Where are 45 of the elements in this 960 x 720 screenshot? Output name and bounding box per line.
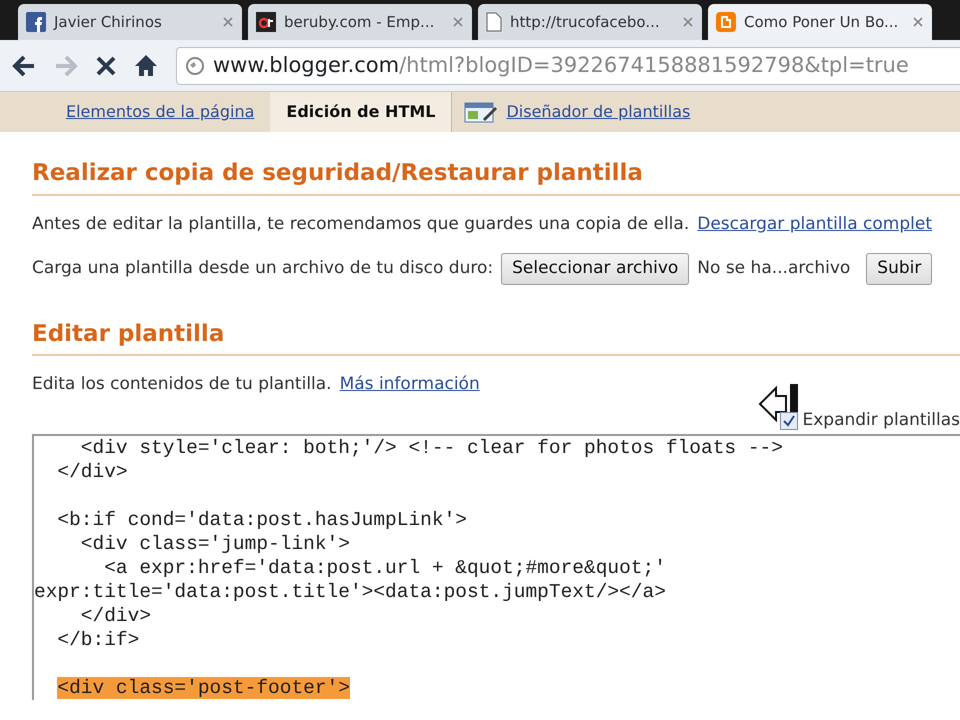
url-host: www.blogger.com xyxy=(213,52,400,77)
globe-icon xyxy=(185,56,205,76)
home-icon[interactable] xyxy=(134,54,158,78)
upload-label: Carga una plantilla desde un archivo de tu disco duro: xyxy=(32,257,494,280)
edit-hint: Edita los contenidos de tu plantilla. xyxy=(32,373,332,396)
address-field[interactable]: www.blogger.com/html?blogID=3922674158881592798&tpl=true xyxy=(176,46,960,84)
page-tab[interactable]: Elementos de la página xyxy=(50,92,270,132)
upload-button[interactable]: Subir xyxy=(866,253,932,285)
browser-tab[interactable]: beruby.com - Emp... xyxy=(248,4,472,40)
code-line: <div style='clear: both;'/> <!-- clear for photos floats --> xyxy=(80,436,784,460)
facebook-icon xyxy=(26,12,46,32)
page-tab[interactable]: Edición de HTML xyxy=(270,92,452,132)
close-icon[interactable] xyxy=(222,16,234,28)
code-line: <div class='jump-link'> xyxy=(80,532,351,556)
code-line: <b:if cond='data:post.hasJumpLink'> xyxy=(56,508,468,532)
blogger-icon xyxy=(716,12,736,32)
page-tab[interactable]: Diseñador de plantillas xyxy=(498,92,706,132)
close-icon[interactable] xyxy=(912,16,924,28)
code-line: </div> xyxy=(80,604,152,628)
designer-icon xyxy=(464,100,498,124)
browser-tab[interactable]: Javier Chirinos xyxy=(18,4,242,40)
download-template-link[interactable]: Descargar plantilla complet xyxy=(697,212,932,238)
page-icon xyxy=(486,12,502,32)
code-line: expr:title='data:post.title'><data:post.jumpText/></a> xyxy=(34,580,667,604)
choose-file-button[interactable]: Seleccionar archivo xyxy=(501,253,690,285)
more-info-link[interactable]: Más información xyxy=(340,372,480,398)
url-path: /html?blogID=3922674158881592798&tpl=true xyxy=(399,52,909,77)
code-line: </b:if> xyxy=(56,628,140,652)
stop-icon[interactable] xyxy=(96,56,116,76)
back-icon[interactable] xyxy=(12,54,36,76)
browser-tab[interactable]: http://trucofacebo... xyxy=(478,4,702,40)
checkbox[interactable] xyxy=(780,412,798,430)
file-status: No se ha...archivo xyxy=(697,257,850,280)
section-heading: Realizar copia de seguridad/Restaurar plantilla xyxy=(32,132,960,196)
close-icon[interactable] xyxy=(452,16,464,28)
browser-tab[interactable]: Como Poner Un Bo... xyxy=(708,4,932,40)
backup-hint: Antes de editar la plantilla, te recomendamos que guardes una copia de ella. xyxy=(32,212,690,236)
site-icon xyxy=(256,12,276,32)
close-icon[interactable] xyxy=(682,16,694,28)
checkbox-label[interactable]: Expandir plantillas xyxy=(802,408,960,434)
section-heading: Editar plantilla xyxy=(32,284,960,356)
code-editor[interactable] xyxy=(32,434,960,700)
code-line: <a expr:href='data:post.url + &quot;#more&quot;' xyxy=(103,556,667,580)
code-line: </div> xyxy=(56,460,129,484)
check-icon xyxy=(783,414,796,427)
